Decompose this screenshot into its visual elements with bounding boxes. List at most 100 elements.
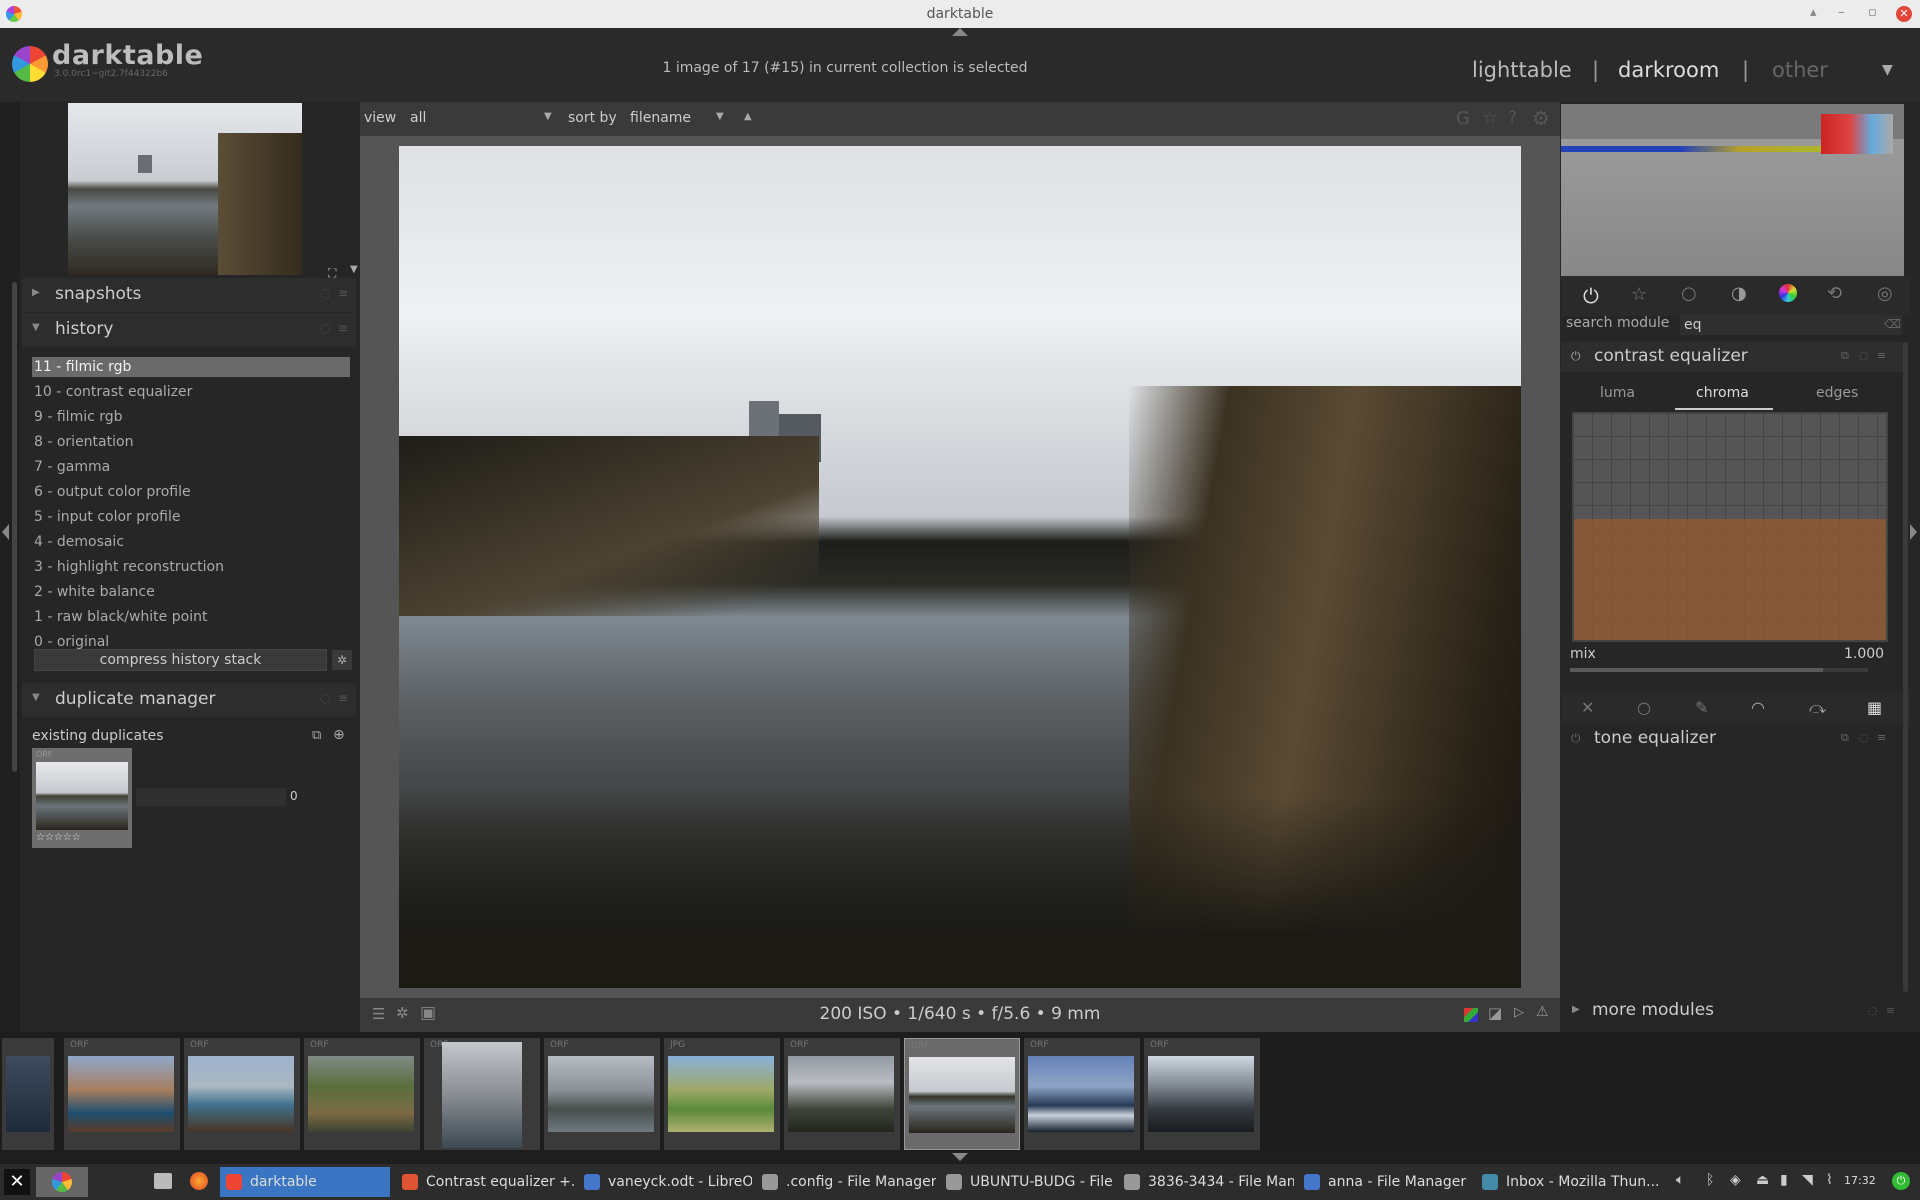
history-item[interactable]: 2 - white balance — [34, 584, 155, 600]
drawn-parametric-mask-icon[interactable]: ⤼ — [1809, 698, 1826, 718]
gear-icon[interactable]: ⚙ — [1532, 106, 1550, 130]
reset-icon[interactable]: ◌ — [320, 286, 330, 300]
tab-edges[interactable]: edges — [1816, 385, 1858, 401]
sort-chevron-down-icon[interactable]: ▼ — [716, 111, 724, 122]
filmstrip-thumbnail[interactable]: ORF — [424, 1038, 540, 1150]
history-item[interactable]: 6 - output color profile — [34, 484, 191, 500]
main-image[interactable] — [399, 146, 1521, 988]
reset-icon[interactable]: ◌ — [1868, 1004, 1878, 1017]
tab-luma[interactable]: luma — [1600, 385, 1635, 401]
paperclip-icon[interactable]: ⌇ — [1826, 1172, 1833, 1188]
softproof-icon[interactable] — [1464, 1008, 1478, 1022]
dropbox-icon[interactable]: ◈ — [1730, 1172, 1741, 1188]
maximize-icon[interactable]: ▫ — [1868, 5, 1877, 20]
filmstrip-thumbnail[interactable] — [2, 1038, 54, 1150]
sort-select[interactable]: filename — [630, 110, 691, 126]
filmstrip-thumbnail[interactable]: ORF — [784, 1038, 900, 1150]
color-group-icon[interactable] — [1779, 284, 1797, 302]
module-power-icon[interactable]: ⏻ — [1571, 731, 1581, 746]
reset-icon[interactable]: ◌ — [1859, 731, 1869, 744]
right-collapse-arrow-icon[interactable] — [1910, 524, 1917, 540]
darktable-launcher-icon[interactable] — [36, 1167, 88, 1197]
multi-instance-icon[interactable]: ⧉ — [1841, 731, 1849, 745]
effect-group-icon[interactable]: ◎ — [1877, 283, 1893, 304]
presets-icon[interactable]: ≡ — [338, 286, 348, 300]
wifi-icon[interactable]: ◥ — [1802, 1172, 1813, 1188]
history-item[interactable]: 5 - input color profile — [34, 509, 180, 525]
view-darkroom[interactable]: darkroom — [1618, 58, 1719, 82]
history-item[interactable]: 11 - filmic rgb — [34, 359, 131, 375]
filmstrip-thumbnail[interactable]: JPG — [664, 1038, 780, 1150]
compress-history-button[interactable]: compress history stack — [34, 649, 327, 671]
clipping-warning-icon[interactable]: ⚠ — [1536, 1004, 1549, 1020]
history-create-style-icon[interactable]: ✲ — [332, 650, 352, 670]
mix-slider[interactable] — [1570, 668, 1868, 672]
tone-group-icon[interactable]: ◑ — [1731, 283, 1747, 304]
filmstrip-thumbnail[interactable]: ORF — [184, 1038, 300, 1150]
correct-group-icon[interactable]: ⟲ — [1827, 283, 1842, 304]
history-item[interactable]: 4 - demosaic — [34, 534, 124, 550]
chevron-down-icon[interactable]: ▼ — [1882, 62, 1893, 78]
eject-icon[interactable]: ⏏ — [1756, 1172, 1769, 1188]
rating-stars-icon[interactable]: ☆☆☆☆☆ — [36, 832, 81, 843]
duplicate-new-icon[interactable]: ⊕ — [333, 727, 345, 743]
raster-mask-icon[interactable]: ▦ — [1867, 698, 1882, 717]
history-item[interactable]: 10 - contrast equalizer — [34, 384, 192, 400]
reset-icon[interactable]: ◌ — [1859, 349, 1869, 362]
taskbar-window-button[interactable]: Inbox - Mozilla Thun... — [1476, 1167, 1658, 1197]
reset-icon[interactable]: ◌ — [320, 691, 330, 705]
filmstrip-thumbnail[interactable]: ORF — [544, 1038, 660, 1150]
history-item[interactable]: 9 - filmic rgb — [34, 409, 123, 425]
history-header[interactable]: ▼ history ◌ ≡ — [22, 313, 356, 347]
history-item[interactable]: 0 - original — [34, 634, 109, 650]
close-icon[interactable]: ✕ — [1896, 6, 1912, 22]
taskbar-window-button[interactable]: UBUNTU-BUDG - File... — [940, 1167, 1114, 1197]
taskbar-window-button[interactable]: anna - File Manager — [1298, 1167, 1472, 1197]
filmstrip-thumbnail[interactable]: ORF — [904, 1038, 1020, 1150]
favorites-icon[interactable]: ☆ — [1631, 284, 1647, 305]
presets-icon[interactable]: ≡ — [1886, 1004, 1895, 1017]
battery-icon[interactable]: ▮ — [1780, 1172, 1788, 1188]
grouping-icon[interactable]: G — [1456, 108, 1470, 129]
duplicate-copy-icon[interactable]: ⧉ — [312, 728, 321, 743]
equalizer-curve-graph[interactable] — [1572, 412, 1888, 642]
bottom-arrow-icon[interactable] — [952, 1153, 968, 1161]
taskbar-window-button[interactable]: darktable — [220, 1167, 390, 1197]
blend-off-icon[interactable]: ✕ — [1581, 698, 1594, 717]
module-power-icon[interactable]: ⏻ — [1571, 349, 1581, 364]
parametric-mask-icon[interactable]: ◠ — [1751, 698, 1765, 717]
bluetooth-icon[interactable]: ᛒ — [1706, 1172, 1714, 1188]
sort-order-icon[interactable]: ▲ — [744, 111, 752, 122]
presets-icon[interactable]: ≡ — [1877, 349, 1886, 362]
presets-icon[interactable]: ≡ — [1877, 731, 1886, 744]
taskbar-window-button[interactable]: vaneyck.odt - LibreO... — [578, 1167, 752, 1197]
filmstrip-thumbnail[interactable]: ORF — [1144, 1038, 1260, 1150]
presets-icon[interactable]: ≡ — [338, 321, 348, 335]
volume-icon[interactable]: 🔈︎ — [1676, 1172, 1684, 1188]
taskbar-window-button[interactable]: .config - File Manager — [756, 1167, 936, 1197]
view-other[interactable]: other — [1772, 58, 1828, 82]
filmstrip-thumbnail[interactable]: ORF — [1024, 1038, 1140, 1150]
power-status-icon[interactable]: ⏻ — [1892, 1172, 1910, 1190]
duplicate-manager-header[interactable]: ▼ duplicate manager ◌ ≡ — [22, 683, 356, 717]
nav-menu-chevron-icon[interactable]: ▼ — [350, 264, 358, 275]
left-scrollbar[interactable] — [12, 282, 17, 772]
view-chevron-down-icon[interactable]: ▼ — [544, 111, 552, 122]
raw-overexposed-icon[interactable]: ▷ — [1514, 1005, 1524, 1020]
multi-instance-icon[interactable]: ⧉ — [1841, 349, 1849, 363]
history-item[interactable]: 8 - orientation — [34, 434, 133, 450]
taskbar-window-button[interactable]: Contrast equalizer +... — [396, 1167, 574, 1197]
help-icon[interactable]: ? — [1508, 108, 1517, 128]
xfce-menu-icon[interactable]: ✕ — [4, 1169, 30, 1195]
duplicate-version-field[interactable] — [136, 788, 286, 806]
view-select[interactable]: all — [410, 110, 426, 126]
drawn-mask-icon[interactable]: ✎ — [1695, 698, 1708, 717]
top-arrow-icon[interactable] — [952, 28, 968, 36]
taskbar-window-button[interactable]: 3836-3434 - File Man... — [1118, 1167, 1294, 1197]
gamut-check-icon[interactable]: ◪ — [1488, 1004, 1502, 1022]
blend-uniform-icon[interactable]: ○ — [1637, 698, 1651, 717]
star-icon[interactable]: ☆ — [1482, 107, 1498, 128]
history-item[interactable]: 7 - gamma — [34, 459, 110, 475]
view-lighttable[interactable]: lighttable — [1472, 58, 1572, 82]
clock[interactable]: 17:32 — [1844, 1174, 1876, 1187]
